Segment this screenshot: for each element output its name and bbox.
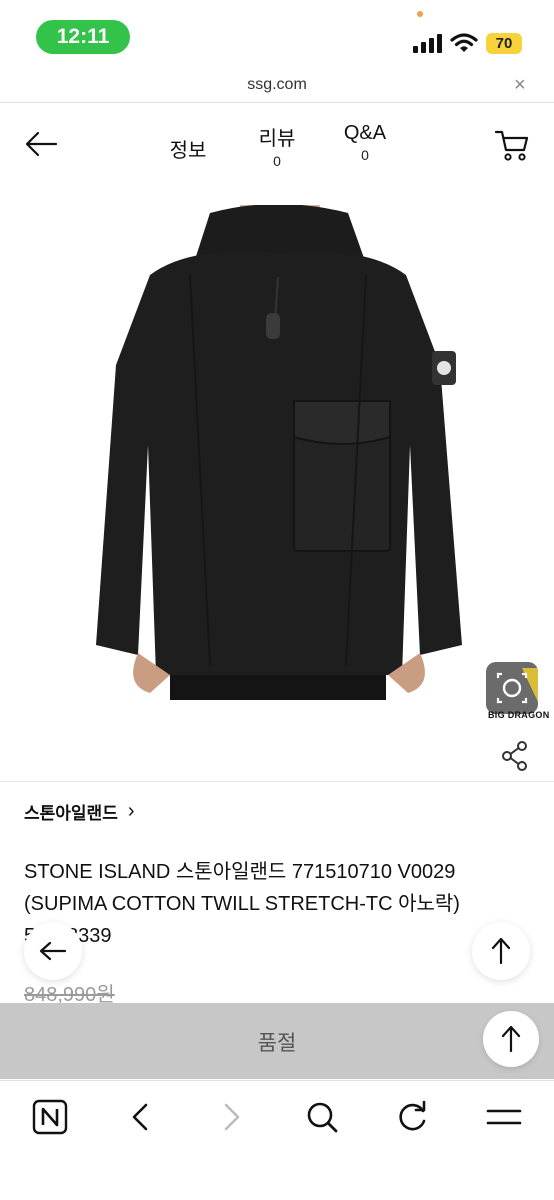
nav-back-icon[interactable] — [120, 1097, 160, 1137]
share-icon[interactable] — [500, 740, 530, 772]
privacy-indicator — [417, 11, 423, 17]
tab-info[interactable]: 정보 — [158, 134, 218, 163]
nav-forward-icon[interactable] — [212, 1097, 252, 1137]
browser-url-bar: ssg.com × — [0, 70, 554, 103]
lens-search-icon[interactable] — [486, 662, 538, 714]
product-image[interactable] — [90, 205, 466, 700]
back-arrow-icon[interactable] — [24, 129, 60, 159]
product-header: 정보 리뷰 0 Q&A 0 — [0, 104, 554, 186]
tab-review-label: 리뷰 — [258, 128, 296, 150]
search-icon[interactable] — [302, 1097, 342, 1137]
soldout-bar: 품절 — [0, 1003, 554, 1079]
brand-name: 스톤아일랜드 — [24, 804, 118, 823]
soldout-label: 품절 — [257, 1032, 297, 1055]
refresh-icon[interactable] — [392, 1097, 432, 1137]
tab-qa-label: Q&A — [343, 122, 387, 144]
status-time: 12:11 — [36, 20, 130, 54]
tab-review[interactable]: 리뷰 0 — [247, 122, 307, 169]
divider — [0, 781, 554, 782]
cart-icon[interactable] — [494, 128, 530, 162]
tab-qa[interactable]: Q&A 0 — [335, 122, 395, 163]
tab-info-label: 정보 — [169, 140, 207, 162]
browser-toolbar — [0, 1080, 554, 1200]
naver-home-icon[interactable] — [30, 1097, 70, 1137]
chevron-right-icon: › — [127, 800, 135, 822]
battery-level: 70 — [486, 33, 522, 54]
url-text[interactable]: ssg.com — [0, 76, 554, 94]
menu-icon[interactable] — [484, 1097, 524, 1137]
floating-back-button[interactable] — [24, 922, 82, 980]
tab-qa-count: 0 — [361, 147, 369, 163]
status-bar: 12:11 70 — [0, 0, 554, 70]
scroll-top-button-2[interactable] — [483, 1011, 539, 1067]
scroll-top-button[interactable] — [472, 922, 530, 980]
tab-review-count: 0 — [273, 153, 281, 169]
close-icon[interactable]: × — [514, 74, 526, 97]
wifi-icon — [450, 33, 478, 52]
brand-link[interactable]: 스톤아일랜드 › — [24, 799, 135, 824]
signal-icon — [413, 34, 443, 53]
watermark: BIG DRAGON — [488, 710, 550, 720]
product-title: STONE ISLAND 스톤아일랜드 771510710 V0029 (SUP… — [24, 861, 460, 942]
